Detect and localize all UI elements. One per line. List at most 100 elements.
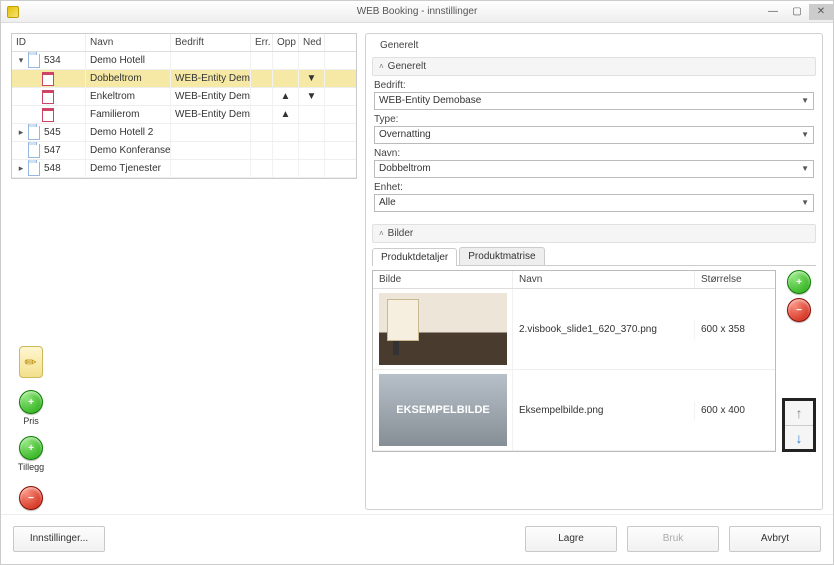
image-table: Bilde Navn Størrelse 2.visbook_slide1_62… — [372, 270, 776, 452]
generelt-fieldset: Generelt ˄ Generelt Bedrift: WEB-Entity … — [365, 33, 823, 510]
col-bedrift[interactable]: Bedrift — [171, 34, 251, 51]
tree-row[interactable]: ▸ 545 Demo Hotell 2 — [12, 124, 356, 142]
image-row[interactable]: 2.visbook_slide1_620_370.png600 x 358 — [373, 289, 775, 370]
row-err — [251, 70, 273, 87]
row-id: 545 — [44, 127, 61, 138]
row-ned-button — [299, 160, 325, 177]
row-bedrift — [171, 124, 251, 141]
lagre-button[interactable]: Lagre — [525, 526, 617, 552]
col-bilde[interactable]: Bilde — [373, 271, 513, 288]
row-ned-button — [299, 106, 325, 123]
image-tabs: Produktdetaljer Produktmatrise — [372, 247, 816, 266]
row-err — [251, 160, 273, 177]
col-navn[interactable]: Navn — [513, 271, 695, 288]
chevron-up-icon: ˄ — [379, 229, 384, 238]
left-side-buttons: + Pris + Tillegg − — [13, 346, 49, 510]
expander-icon[interactable]: ▾ — [16, 55, 26, 66]
row-ned-button[interactable]: ▼ — [299, 70, 325, 87]
row-err — [251, 88, 273, 105]
image-thumbnail: EKSEMPELBILDE — [379, 374, 507, 446]
image-size: 600 x 400 — [695, 401, 775, 420]
left-panel: ID Navn Bedrift Err. Opp Ned ▾ 534 Demo Ho… — [11, 33, 357, 510]
image-side-buttons: + − ↑ ↓ — [782, 270, 816, 452]
add-image-button[interactable]: + — [787, 270, 811, 294]
right-panel: Generelt ˄ Generelt Bedrift: WEB-Entity … — [365, 33, 823, 510]
window-title: WEB Booking - innstillinger — [1, 6, 833, 17]
tree-row[interactable]: ▸548Demo Tjenester — [12, 160, 356, 178]
move-image-down-button[interactable]: ↓ — [785, 425, 813, 449]
image-name: Eksempelbilde.png — [513, 401, 695, 420]
maximize-button[interactable]: ▢ — [785, 4, 809, 20]
row-opp-button — [273, 70, 299, 87]
remove-button[interactable]: − — [19, 486, 43, 510]
tillegg-label: Tillegg — [18, 462, 44, 472]
chevron-up-icon: ˄ — [379, 62, 384, 71]
image-row[interactable]: EKSEMPELBILDE Eksempelbilde.png600 x 400 — [373, 370, 775, 451]
bilder-group-title: Bilder — [388, 228, 414, 239]
images-area: Bilde Navn Størrelse 2.visbook_slide1_62… — [372, 270, 816, 452]
bedrift-select[interactable]: WEB-Entity Demobase — [374, 92, 814, 110]
tab-produktmatrise[interactable]: Produktmatrise — [459, 247, 544, 265]
tree-row[interactable]: EnkeltromWEB-Entity Demobase▲▼ — [12, 88, 356, 106]
tree-header: ID Navn Bedrift Err. Opp Ned — [12, 34, 356, 52]
row-ned-button[interactable]: ▼ — [299, 88, 325, 105]
folder-icon — [28, 144, 40, 158]
tab-produktdetaljer[interactable]: Produktdetaljer — [372, 248, 457, 266]
tree-row[interactable]: 547Demo Konferansesenter — [12, 142, 356, 160]
row-navn: Demo Tjenester — [86, 160, 171, 177]
row-bedrift — [171, 142, 251, 159]
row-opp-button — [273, 124, 299, 141]
navn-select[interactable]: Dobbeltrom — [374, 160, 814, 178]
tree-row[interactable]: FamilieromWEB-Entity Demobase▲ — [12, 106, 356, 124]
edit-key-button[interactable] — [19, 346, 43, 378]
minimize-button[interactable]: — — [761, 4, 785, 20]
bilder-group-header[interactable]: ˄ Bilder — [372, 224, 816, 243]
col-opp[interactable]: Opp — [273, 34, 299, 51]
folder-icon — [28, 162, 40, 176]
bruk-button[interactable]: Bruk — [627, 526, 719, 552]
avbryt-button[interactable]: Avbryt — [729, 526, 821, 552]
tree-row[interactable]: ▾ 534 Demo Hotell — [12, 52, 356, 70]
close-button[interactable]: ✕ — [809, 4, 833, 20]
row-navn: Familierom — [86, 106, 171, 123]
enhet-label: Enhet: — [374, 182, 814, 193]
row-navn: Demo Hotell 2 — [86, 124, 171, 141]
calendar-icon — [42, 108, 54, 122]
row-id: 534 — [44, 55, 61, 66]
col-err[interactable]: Err. — [251, 34, 273, 51]
row-ned-button — [299, 124, 325, 141]
move-image-up-button[interactable]: ↑ — [785, 401, 813, 425]
generelt-group-header[interactable]: ˄ Generelt — [372, 57, 816, 76]
tree-row[interactable]: DobbeltromWEB-Entity Demobase▼ — [12, 70, 356, 88]
content: ID Navn Bedrift Err. Opp Ned ▾ 534 Demo Ho… — [1, 23, 833, 514]
app-window: WEB Booking - innstillinger — ▢ ✕ ID Nav… — [0, 0, 834, 565]
arrow-down-icon: ↓ — [796, 430, 803, 446]
row-bedrift: WEB-Entity Demobase — [171, 88, 251, 105]
add-pris-button[interactable]: + — [19, 390, 43, 414]
generelt-group-title: Generelt — [388, 61, 426, 72]
expander-icon[interactable]: ▸ — [16, 127, 26, 138]
add-tillegg-button[interactable]: + — [19, 436, 43, 460]
row-navn: Demo Konferansesenter — [86, 142, 171, 159]
navn-label: Navn: — [374, 148, 814, 159]
row-opp-button[interactable]: ▲ — [273, 88, 299, 105]
remove-image-button[interactable]: − — [787, 298, 811, 322]
type-select[interactable]: Overnatting — [374, 126, 814, 144]
row-navn: Demo Hotell — [86, 52, 171, 69]
row-bedrift: WEB-Entity Demobase — [171, 70, 251, 87]
row-err — [251, 106, 273, 123]
enhet-select[interactable]: Alle — [374, 194, 814, 212]
col-navn[interactable]: Navn — [86, 34, 171, 51]
col-ned[interactable]: Ned — [299, 34, 325, 51]
type-label: Type: — [374, 114, 814, 125]
calendar-icon — [42, 90, 54, 104]
innstillinger-button[interactable]: Innstillinger... — [13, 526, 105, 552]
app-icon — [7, 6, 19, 18]
arrow-up-icon: ↑ — [796, 405, 803, 421]
col-storrelse[interactable]: Størrelse — [695, 271, 775, 288]
col-id[interactable]: ID — [12, 34, 86, 51]
row-ned-button — [299, 52, 325, 69]
expander-icon[interactable]: ▸ — [16, 163, 26, 174]
row-opp-button[interactable]: ▲ — [273, 106, 299, 123]
titlebar: WEB Booking - innstillinger — ▢ ✕ — [1, 1, 833, 23]
